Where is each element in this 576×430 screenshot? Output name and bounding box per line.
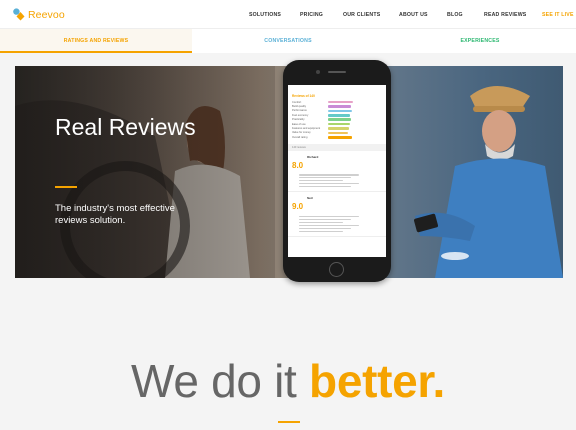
tab-conversations[interactable]: CONVERSATIONS	[192, 29, 384, 53]
rating-label: Build quality	[292, 105, 306, 109]
nav-pricing[interactable]: PRICING	[300, 12, 323, 18]
nav-solutions[interactable]: SOLUTIONS	[249, 12, 281, 18]
rating-bar	[328, 122, 350, 126]
hero-accent-bar	[55, 186, 77, 188]
review-text-line	[299, 230, 343, 233]
review-text-line	[299, 224, 359, 227]
phone-screen: Reviews of 140 Comfort Build quality Perfo…	[288, 85, 386, 257]
nav-blog[interactable]: BLOG	[447, 12, 463, 18]
rating-bar	[328, 114, 351, 117]
phone-home-button	[329, 262, 344, 277]
hero-title: Real Reviews	[55, 114, 196, 140]
review-text-line	[299, 173, 359, 176]
phone-mockup: Reviews of 140 Comfort Build quality Perfo…	[283, 60, 391, 282]
review-count: 140 reviews	[288, 143, 386, 151]
rating-row: Overall rating	[292, 135, 382, 139]
phone-camera	[316, 70, 320, 74]
review-list: 8.0Richard 9.0Neil	[288, 151, 386, 238]
reevoo-logo-icon	[13, 8, 25, 21]
review-score: 8.0	[292, 160, 304, 170]
product-tabs: RATINGS AND REVIEWS CONVERSATIONS EXPERI…	[0, 28, 576, 53]
tab-experiences[interactable]: EXPERIENCES	[384, 29, 576, 53]
rating-bar	[328, 100, 353, 104]
tagline-plain: We do it	[131, 355, 310, 407]
review-text-line	[299, 221, 343, 224]
rating-label: Ease of use	[292, 122, 306, 126]
reviews-summary-header: Reviews of 140	[292, 94, 315, 98]
reviewer-name: Richard	[307, 154, 319, 159]
brand-logo[interactable]: Reevoo	[13, 8, 65, 21]
review-card[interactable]: 8.0Richard	[288, 151, 386, 193]
rating-bar	[328, 105, 352, 108]
review-text-line	[299, 215, 359, 218]
rating-label: Features and equipment	[292, 127, 321, 131]
tagline-accent-bar	[278, 421, 300, 423]
tagline-emphasis: better.	[309, 355, 445, 407]
review-text-line	[299, 179, 343, 182]
review-text-line	[299, 218, 351, 221]
rating-bar	[328, 127, 349, 130]
nav-read-reviews[interactable]: READ REVIEWS	[484, 12, 526, 18]
rating-breakdown: Comfort Build quality Performance Fuel econ…	[288, 100, 386, 140]
rating-bar	[328, 136, 352, 139]
top-navigation: Reevoo SOLUTIONS PRICING OUR CLIENTS ABO…	[0, 0, 576, 28]
rating-label: Practicality	[292, 118, 305, 122]
review-text-line	[299, 227, 351, 230]
rating-bar	[328, 118, 351, 122]
review-text-line	[299, 182, 359, 185]
nav-our-clients[interactable]: OUR CLIENTS	[343, 12, 380, 18]
rating-label: Value for money	[292, 131, 311, 135]
phone-speaker	[328, 71, 346, 73]
review-text-line	[299, 176, 351, 179]
review-text-line	[299, 185, 351, 188]
rating-label: Overall rating	[292, 135, 308, 139]
rating-bar	[328, 131, 349, 135]
hero-subtitle: The industry's most effective reviews so…	[55, 203, 175, 226]
nav-about-us[interactable]: ABOUT US	[399, 12, 428, 18]
rating-label: Comfort	[292, 100, 302, 104]
see-it-live-link[interactable]: SEE IT LIVE	[542, 12, 574, 18]
rating-label: Fuel economy	[292, 113, 309, 117]
rating-label: Performance	[292, 109, 307, 113]
rating-bar	[328, 109, 352, 113]
review-score: 9.0	[292, 202, 304, 212]
tagline: We do it better.	[0, 354, 576, 408]
review-card[interactable]: 9.0Neil	[288, 192, 386, 238]
hero-overlay	[15, 66, 275, 278]
brand-name: Reevoo	[28, 8, 65, 21]
tab-ratings-and-reviews[interactable]: RATINGS AND REVIEWS	[0, 29, 192, 53]
reviewer-name: Neil	[307, 196, 313, 201]
